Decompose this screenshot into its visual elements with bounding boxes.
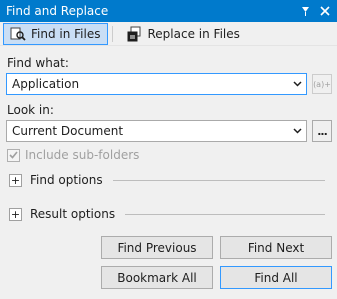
bookmark-all-button[interactable]: Bookmark All (101, 266, 213, 289)
expand-plus-icon[interactable]: + (9, 207, 22, 221)
look-in-combo[interactable]: Current Document (6, 120, 307, 142)
include-subfolders-checkbox[interactable] (7, 148, 20, 162)
tab-label: Replace in Files (147, 26, 240, 41)
include-subfolders-row: Include sub-folders (7, 148, 139, 162)
find-what-input[interactable] (7, 74, 288, 94)
browse-button[interactable]: ... (312, 120, 332, 142)
replace-in-files-icon (127, 26, 143, 42)
regex-builder-label: (a)+ (313, 79, 331, 89)
result-options-expander[interactable]: + Result options (9, 207, 325, 221)
section-divider (112, 179, 325, 181)
result-options-label: Result options (30, 207, 116, 221)
find-options-expander[interactable]: + Find options (9, 173, 325, 187)
find-next-label: Find Next (247, 240, 305, 255)
find-all-button[interactable]: Find All (220, 266, 332, 289)
title-bar: Find and Replace (0, 0, 337, 22)
find-what-combo[interactable] (6, 73, 307, 95)
section-divider (125, 213, 325, 215)
find-what-label-text: Find what: (7, 56, 69, 70)
tab-find-in-files[interactable]: Find in Files (3, 22, 108, 45)
look-in-value: Current Document (12, 124, 124, 138)
find-what-label: Find what: (7, 56, 69, 70)
tab-label: Find in Files (31, 26, 101, 41)
browse-label: ... (317, 124, 328, 138)
tab-separator (111, 25, 113, 42)
chevron-down-icon[interactable] (288, 121, 306, 141)
look-in-label-text: Look in: (7, 103, 54, 117)
pin-icon[interactable] (297, 3, 313, 19)
close-icon[interactable] (317, 3, 333, 19)
expand-plus-icon[interactable]: + (9, 173, 22, 187)
find-in-files-icon (10, 26, 26, 42)
find-previous-button[interactable]: Find Previous (101, 236, 213, 259)
find-all-label: Find All (254, 270, 298, 285)
find-options-label: Find options (30, 173, 103, 187)
window-title: Find and Replace (6, 4, 109, 18)
find-previous-label: Find Previous (117, 240, 197, 255)
include-subfolders-label: Include sub-folders (25, 148, 140, 162)
mode-toolbar: Find in Files Replace in Files (0, 22, 337, 46)
bookmark-all-label: Bookmark All (117, 270, 197, 285)
find-next-button[interactable]: Find Next (220, 236, 332, 259)
regex-builder-button[interactable]: (a)+ (312, 74, 332, 94)
tab-replace-in-files[interactable]: Replace in Files (120, 23, 247, 45)
look-in-label: Look in: (7, 103, 54, 117)
chevron-down-icon[interactable] (288, 74, 306, 94)
